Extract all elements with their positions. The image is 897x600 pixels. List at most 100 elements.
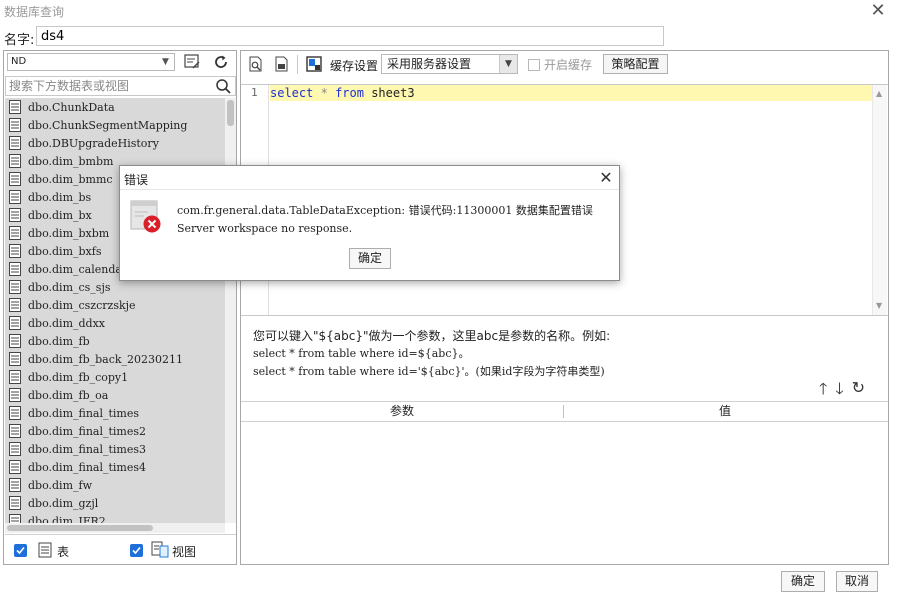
table-name: dbo.dim_cszcrzskje [28, 298, 136, 312]
table-icon [9, 226, 21, 240]
dialog-close-icon[interactable]: ✕ [596, 168, 616, 188]
edit-connection-icon[interactable] [182, 52, 202, 72]
table-name: dbo.dim_fb_back_20230211 [28, 352, 184, 366]
ok-button[interactable]: 确定 [781, 571, 825, 592]
scroll-up-icon[interactable]: ▲ [876, 89, 882, 98]
table-token: sheet3 [371, 86, 415, 100]
error-icon [130, 200, 161, 233]
datasource-value: ND [11, 56, 27, 67]
name-label: 名字: [4, 33, 35, 48]
table-icon [9, 298, 21, 312]
table-list-item[interactable]: dbo.DBUpgradeHistory [5, 134, 225, 152]
refresh-icon[interactable] [211, 52, 231, 72]
table-list-item[interactable]: dbo.dim_fb_back_20230211 [5, 350, 225, 368]
table-list-item[interactable]: dbo.dim_gzjl [5, 494, 225, 512]
table-list-item[interactable]: dbo.ChunkSegmentMapping [5, 116, 225, 134]
cache-icon [304, 54, 324, 74]
table-icon [9, 496, 21, 510]
error-message: com.fr.general.data.TableDataException: … [177, 202, 593, 238]
table-list-item[interactable]: dbo.dim_final_times3 [5, 440, 225, 458]
star-token: * [320, 86, 328, 100]
policy-config-button[interactable]: 策略配置 [603, 54, 668, 74]
cache-settings-label: 缓存设置 [330, 59, 379, 73]
table-name: dbo.dim_final_times3 [28, 442, 147, 456]
preview-icon[interactable] [246, 54, 266, 74]
value-column-header: 值 [718, 404, 731, 418]
filter-tables-checkbox[interactable] [14, 544, 27, 557]
table-name: dbo.dim_bs [28, 190, 92, 204]
enable-cache-label: 开启缓存 [544, 58, 593, 72]
table-name: dbo.DBUpgradeHistory [28, 136, 159, 150]
table-icon [9, 442, 21, 456]
window-close-icon[interactable]: ✕ [868, 2, 888, 22]
cancel-button[interactable]: 取消 [836, 571, 878, 592]
table-name: dbo.dim_gzjl [28, 496, 99, 510]
window-title: 数据库查询 [4, 5, 65, 19]
table-icon [9, 460, 21, 474]
error-dialog: 错误 ✕ com.fr.general.data.TableDataExcept… [119, 165, 620, 281]
table-icon [38, 542, 52, 558]
table-icon [9, 478, 21, 492]
table-name: dbo.dim_final_times [28, 406, 140, 420]
table-list-item[interactable]: dbo.dim_IFR2 [5, 512, 225, 523]
table-icon [9, 388, 21, 402]
table-list-item[interactable]: dbo.dim_ddxx [5, 314, 225, 332]
table-name: dbo.dim_IFR2 [28, 514, 106, 524]
hint-line-1: 您可以键入"${abc}"做为一个参数，这里abc是参数的名称。例如: [253, 329, 611, 343]
table-list-item[interactable]: dbo.dim_fb_copy1 [5, 368, 225, 386]
table-list-item[interactable]: dbo.dim_fb_oa [5, 386, 225, 404]
view-icon [151, 541, 169, 558]
table-icon [9, 154, 21, 168]
table-name: dbo.dim_fb [28, 334, 90, 348]
table-name: dbo.dim_bxfs [28, 244, 102, 258]
filter-views-label: 视图 [172, 545, 197, 559]
param-table-header: 参数 值 [241, 401, 888, 422]
sql-file-icon[interactable] [272, 54, 292, 74]
table-icon [9, 118, 21, 132]
sql-code[interactable]: select * from sheet3 [270, 85, 415, 101]
scroll-down-icon[interactable]: ▼ [876, 301, 882, 310]
table-name: dbo.dim_bx [28, 208, 92, 222]
table-icon [9, 172, 21, 186]
editor-scrollbar[interactable]: ▲ ▼ [872, 85, 887, 315]
hint-line-2: select * from table where id=${abc}。 [253, 347, 470, 360]
cache-mode-select[interactable]: 采用服务器设置 ▼ [381, 54, 518, 74]
cache-mode-value: 采用服务器设置 [387, 57, 472, 71]
table-browser-panel: ND ▼ dbo.ChunkData dbo.ChunkSegmentMappin… [3, 50, 237, 565]
search-icon[interactable] [215, 78, 232, 95]
table-list-item[interactable]: dbo.dim_final_times [5, 404, 225, 422]
table-list-item[interactable]: dbo.dim_cszcrzskje [5, 296, 225, 314]
table-list-scrollbar[interactable] [225, 98, 236, 523]
table-name: dbo.dim_fw [28, 478, 92, 492]
enable-cache-checkbox[interactable]: 开启缓存 [528, 56, 592, 73]
table-name: dbo.dim_fb_copy1 [28, 370, 129, 384]
table-list-item[interactable]: dbo.ChunkData [5, 98, 225, 116]
table-icon [9, 262, 21, 276]
parameter-hint: 您可以键入"${abc}"做为一个参数，这里abc是参数的名称。例如: sele… [253, 327, 610, 381]
error-message-line-1: com.fr.general.data.TableDataException: … [177, 204, 593, 217]
table-name: dbo.dim_ddxx [28, 316, 105, 330]
table-list-hscrollbar[interactable] [5, 523, 225, 533]
table-name: dbo.dim_bxbm [28, 226, 110, 240]
table-name: dbo.dim_bmbm [28, 154, 114, 168]
table-list: dbo.ChunkData dbo.ChunkSegmentMapping dbo.… [5, 98, 225, 523]
filter-views-checkbox[interactable] [130, 544, 143, 557]
keyword-select: select [270, 86, 314, 100]
datasource-select[interactable]: ND ▼ [7, 53, 175, 71]
hint-line-3: select * from table where id='${abc}'。(如… [253, 365, 605, 378]
query-panel: 缓存设置 采用服务器设置 ▼ 开启缓存 策略配置 1 select * from… [240, 50, 889, 565]
table-list-item[interactable]: dbo.dim_final_times2 [5, 422, 225, 440]
table-list-item[interactable]: dbo.dim_fb [5, 332, 225, 350]
table-icon [9, 190, 21, 204]
dialog-ok-button[interactable]: 确定 [349, 248, 391, 269]
table-icon [9, 316, 21, 330]
keyword-from: from [335, 86, 364, 100]
table-list-item[interactable]: dbo.dim_fw [5, 476, 225, 494]
table-name: dbo.dim_calendar [28, 262, 128, 276]
checkbox-box [528, 58, 540, 71]
table-list-item[interactable]: dbo.dim_final_times4 [5, 458, 225, 476]
table-icon [9, 370, 21, 384]
name-input[interactable] [36, 26, 664, 46]
table-search-input[interactable] [9, 78, 209, 94]
table-icon [9, 280, 21, 294]
